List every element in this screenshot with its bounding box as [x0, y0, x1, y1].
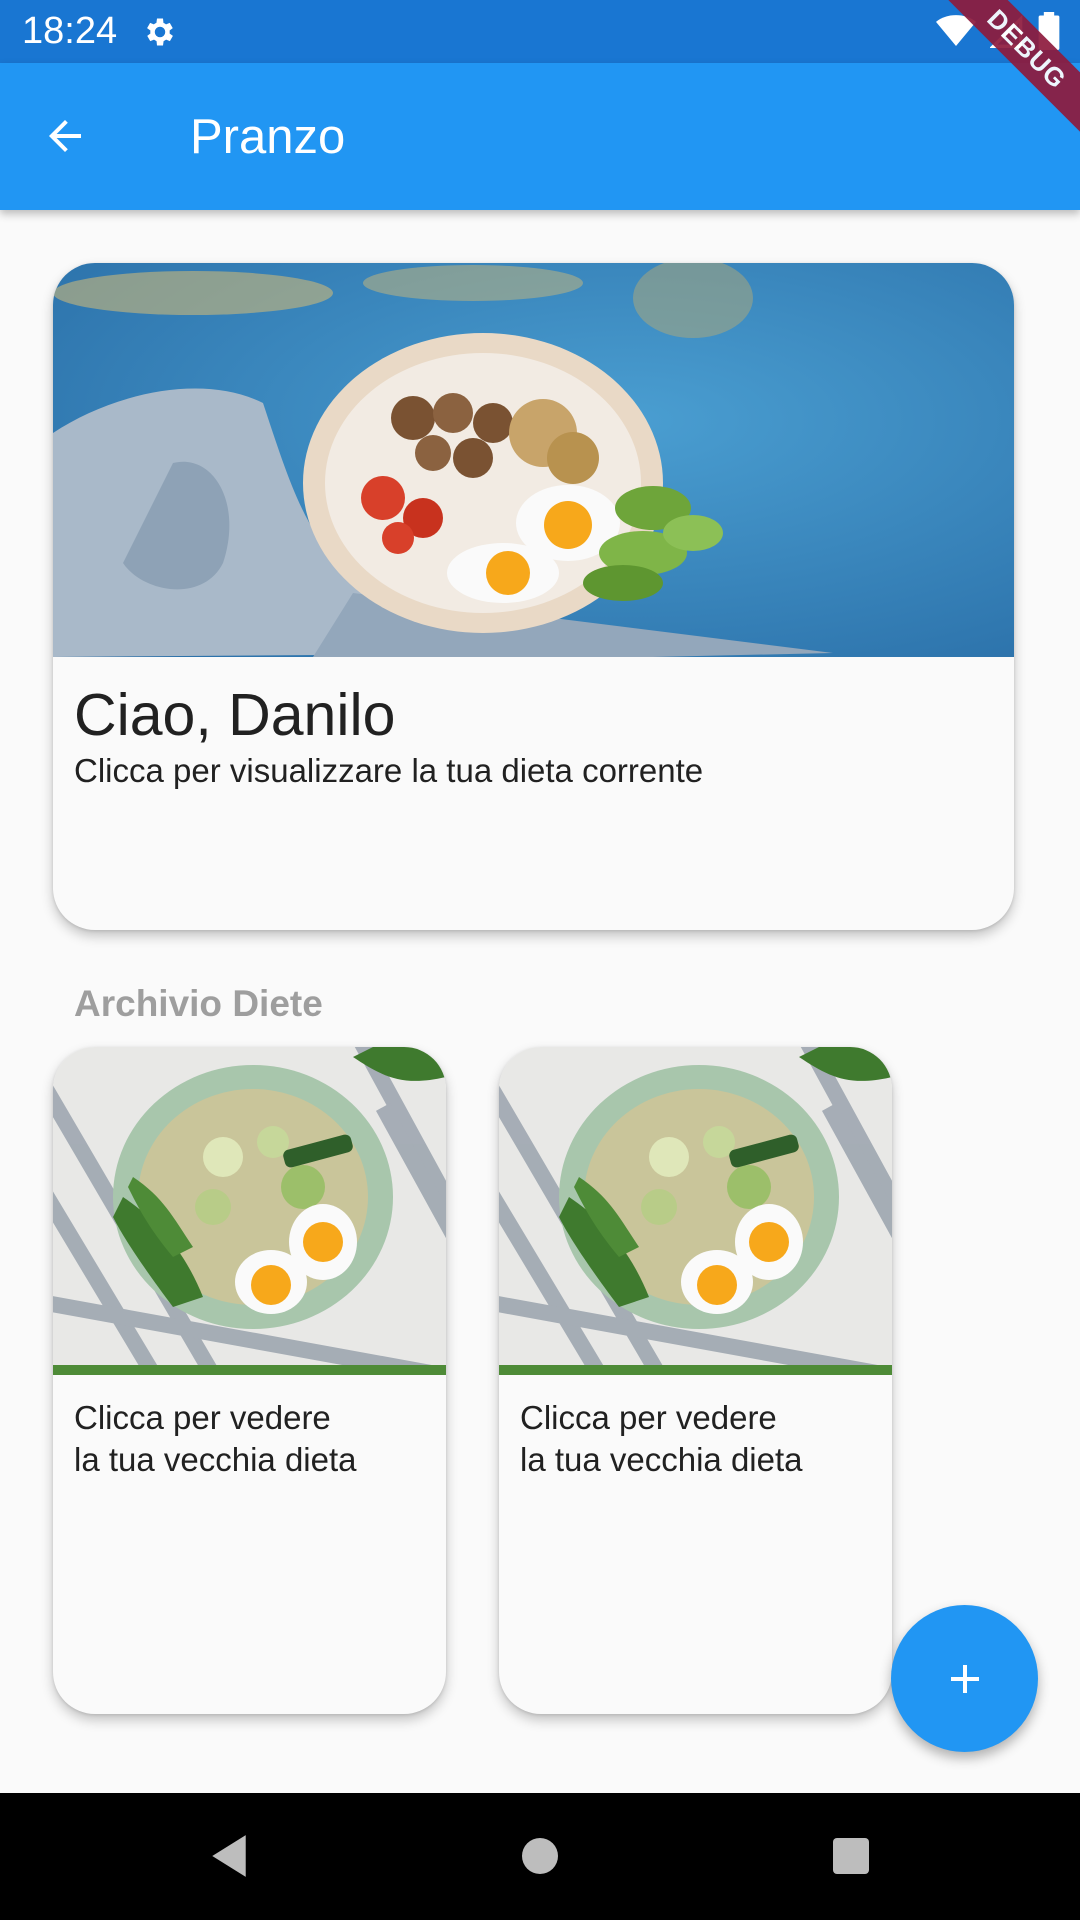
archive-card[interactable]: Clicca per vedere la tua vecchia dieta	[499, 1047, 892, 1714]
app-bar: Pranzo	[0, 63, 1080, 210]
archive-card-line1: Clicca per vedere	[520, 1399, 777, 1436]
greeting-title: Ciao, Danilo	[74, 682, 396, 748]
food-bowl-image	[53, 263, 1014, 657]
archive-card-text: Clicca per vedere la tua vecchia dieta	[74, 1397, 357, 1481]
rice-plate-image	[499, 1047, 892, 1412]
circle-home-icon	[522, 1838, 558, 1874]
archive-card-line2: la tua vecchia dieta	[74, 1441, 357, 1478]
archive-section-title: Archivio Diete	[74, 983, 323, 1024]
rice-plate-image	[53, 1047, 446, 1412]
status-bar: 18:24 DEBUG	[0, 0, 1080, 146]
gear-icon	[142, 14, 178, 50]
status-time: 18:24	[22, 10, 118, 52]
square-recent-icon	[833, 1838, 869, 1874]
arrow-back-icon	[49, 120, 81, 152]
nav-home-button[interactable]	[507, 1823, 573, 1889]
page-title: Pranzo	[190, 110, 346, 164]
system-nav-bar	[0, 1793, 1080, 1920]
archive-card[interactable]: Clicca per vedere la tua vecchia dieta	[53, 1047, 446, 1714]
archive-card-line1: Clicca per vedere	[74, 1399, 331, 1436]
back-button[interactable]	[32, 103, 98, 169]
nav-back-button[interactable]	[196, 1823, 262, 1889]
archive-card-line2: la tua vecchia dieta	[520, 1441, 803, 1478]
nav-recent-button[interactable]	[818, 1823, 884, 1889]
archive-card-text: Clicca per vedere la tua vecchia dieta	[520, 1397, 803, 1481]
add-diet-button[interactable]	[891, 1605, 1038, 1752]
plus-icon	[950, 1664, 979, 1693]
greeting-subtitle: Clicca per visualizzare la tua dieta cor…	[74, 752, 704, 789]
current-diet-card[interactable]: Ciao, Danilo Clicca per visualizzare la …	[53, 263, 1014, 930]
triangle-back-icon	[212, 1835, 246, 1877]
